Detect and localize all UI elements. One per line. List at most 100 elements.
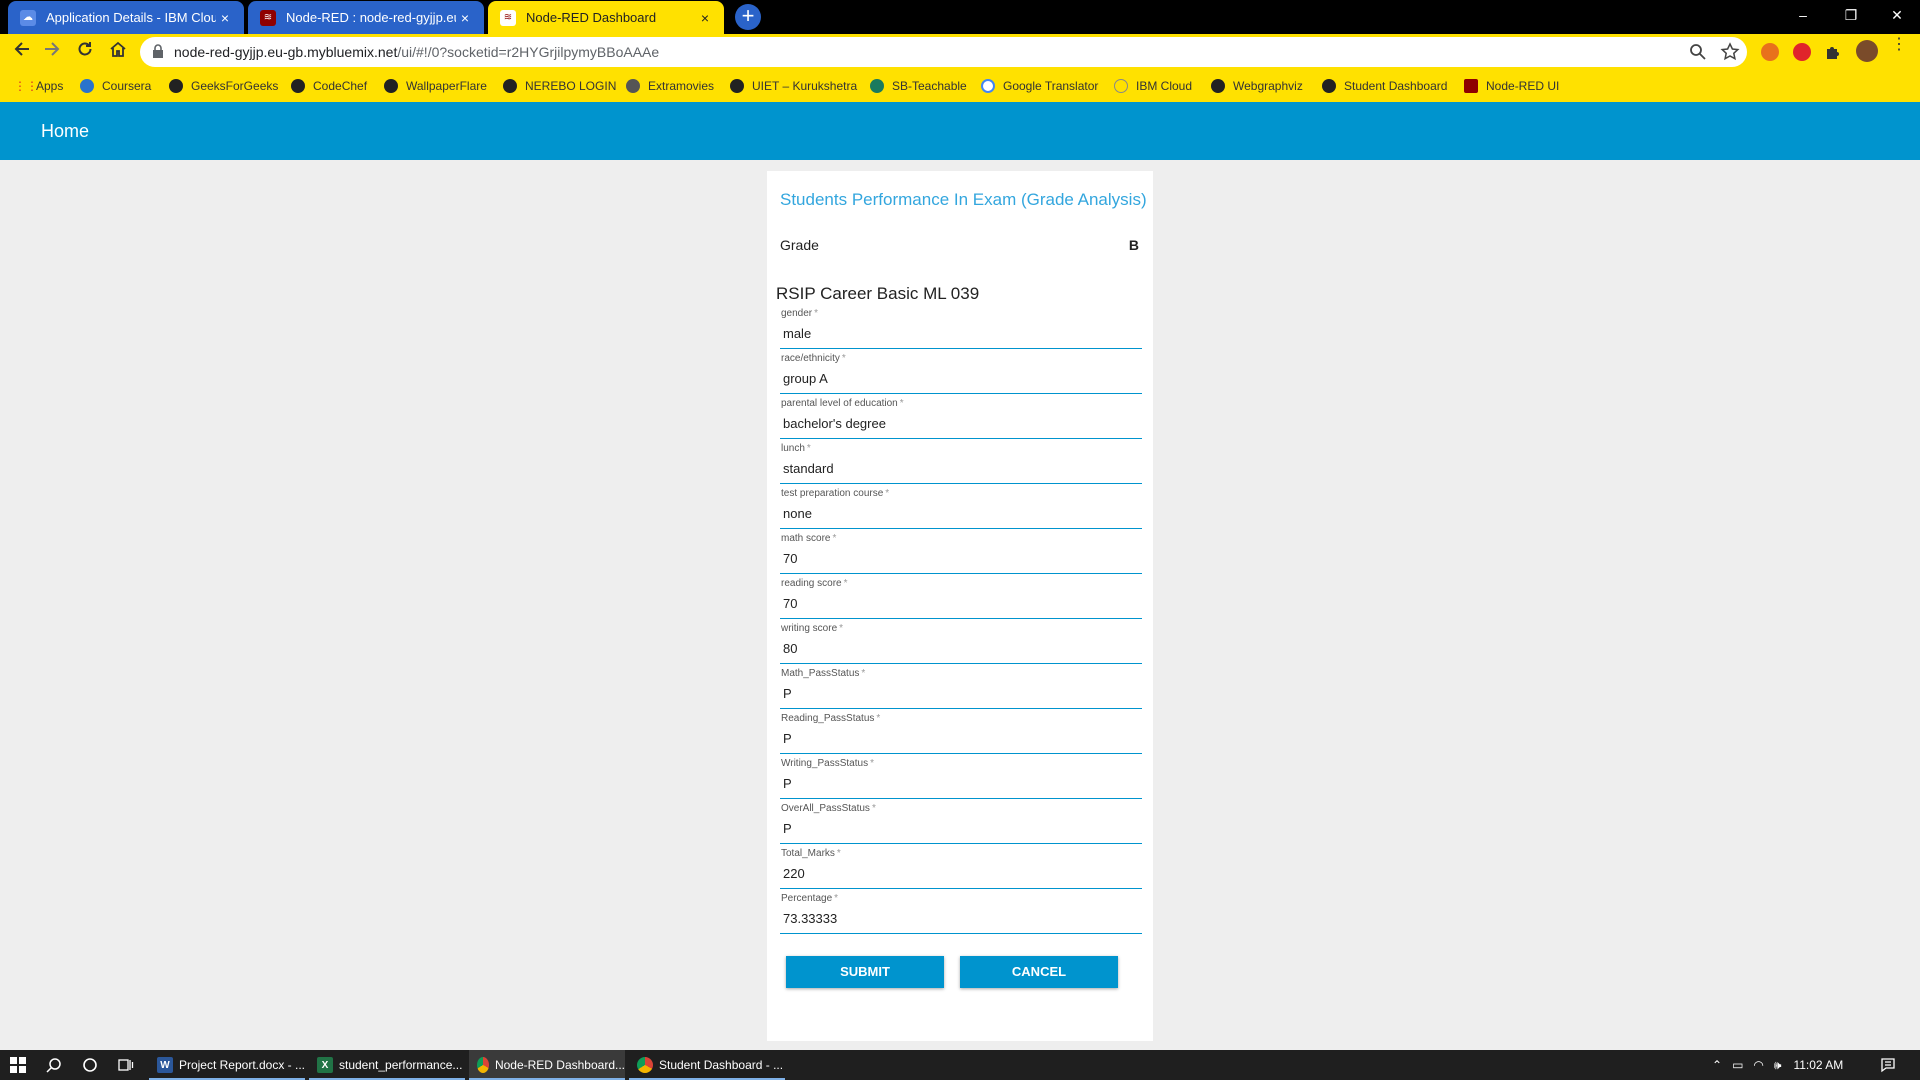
overall-pass-status-input[interactable] <box>780 816 1140 840</box>
node-red-icon <box>1464 79 1478 93</box>
start-button[interactable] <box>0 1050 36 1080</box>
film-reel-icon <box>626 79 640 93</box>
bookmark-apps[interactable]: ⋮⋮ Apps <box>14 70 63 102</box>
chevron-up-icon[interactable]: ⌃ <box>1712 1058 1722 1072</box>
test-prep-course-field[interactable]: test preparation course * <box>780 488 1142 529</box>
submit-button[interactable]: SUBMIT <box>786 956 944 988</box>
globe-icon <box>1211 79 1225 93</box>
task-view-button[interactable] <box>108 1050 144 1080</box>
reading-score-field[interactable]: reading score * <box>780 578 1142 619</box>
wifi-icon[interactable]: ◠ <box>1753 1058 1763 1072</box>
math-score-field[interactable]: math score * <box>780 533 1142 574</box>
browser-toolbar: node-red-gyjjp.eu-gb.mybluemix.net/ui/#!… <box>0 34 1920 70</box>
notification-icon <box>1881 1058 1895 1073</box>
required-mark: * <box>870 758 874 769</box>
field-label-text: race/ethnicity <box>781 353 840 364</box>
search-icon <box>46 1058 61 1073</box>
url-host: node-red-gyjjp.eu-gb.mybluemix.net <box>174 44 398 60</box>
writing-pass-status-input[interactable] <box>780 771 1140 795</box>
zoom-icon[interactable] <box>1688 42 1708 62</box>
volume-icon[interactable]: 🕪 <box>1774 1058 1782 1073</box>
gender-field[interactable]: gender * <box>780 308 1142 349</box>
total-marks-field[interactable]: Total_Marks * <box>780 848 1142 889</box>
race-ethnicity-field[interactable]: race/ethnicity * <box>780 353 1142 394</box>
star-bookmark-icon[interactable] <box>1720 42 1740 62</box>
percentage-field[interactable]: Percentage * <box>780 893 1142 934</box>
close-tab-icon[interactable]: × <box>456 10 474 26</box>
tab-node-red-editor[interactable]: ≋ Node-RED : node-red-gyjjp.eu-gb × <box>248 1 484 34</box>
profile-avatar[interactable] <box>1856 40 1878 62</box>
parental-education-field[interactable]: parental level of education * <box>780 398 1142 439</box>
cortana-button[interactable] <box>72 1050 108 1080</box>
forward-button[interactable] <box>38 38 66 66</box>
lunch-input[interactable] <box>780 456 1140 480</box>
search-button[interactable] <box>36 1050 72 1080</box>
parental-education-input[interactable] <box>780 411 1140 435</box>
race-ethnicity-input[interactable] <box>780 366 1140 390</box>
back-button[interactable] <box>8 38 36 66</box>
teachable-icon <box>870 79 884 93</box>
home-button[interactable] <box>104 38 132 66</box>
cancel-button[interactable]: CANCEL <box>960 956 1118 988</box>
taskbar-app-word[interactable]: W Project Report.docx - ... <box>149 1050 305 1080</box>
total-marks-input[interactable] <box>780 861 1140 885</box>
reading-score-input[interactable] <box>780 591 1140 615</box>
bookmark-extramovies[interactable]: Extramovies <box>626 70 714 102</box>
bookmark-node-red-ui[interactable]: Node-RED UI <box>1464 70 1559 102</box>
close-tab-icon[interactable]: × <box>696 10 714 26</box>
battery-icon[interactable]: ▭ <box>1732 1058 1743 1072</box>
field-label-text: lunch <box>781 443 805 454</box>
bookmark-sb-teachable[interactable]: SB-Teachable <box>870 70 967 102</box>
field-label: Percentage * <box>781 893 838 904</box>
forward-arrow-icon <box>45 42 60 56</box>
bookmark-google-translator[interactable]: Google Translator <box>981 70 1098 102</box>
writing-pass-status-field[interactable]: Writing_PassStatus * <box>780 758 1142 799</box>
notifications-button[interactable] <box>1870 1050 1906 1080</box>
field-label: Math_PassStatus * <box>781 668 865 679</box>
bookmark-webgraphviz[interactable]: Webgraphviz <box>1211 70 1303 102</box>
clock[interactable]: 11:02 AM <box>1793 1058 1843 1072</box>
bookmark-student-dashboard[interactable]: Student Dashboard <box>1322 70 1447 102</box>
minimize-button[interactable]: – <box>1780 0 1826 30</box>
bookmark-nerebo-login[interactable]: NEREBO LOGIN <box>503 70 616 102</box>
close-window-button[interactable]: ✕ <box>1874 0 1920 30</box>
writing-score-input[interactable] <box>780 636 1140 660</box>
bookmark-coursera[interactable]: Coursera <box>80 70 151 102</box>
taskbar-app-excel[interactable]: X student_performance... <box>309 1050 465 1080</box>
bookmark-ibm-cloud[interactable]: IBM Cloud <box>1114 70 1192 102</box>
bookmark-label: Student Dashboard <box>1344 79 1448 93</box>
extension-compass-icon[interactable] <box>1793 43 1811 61</box>
address-bar[interactable]: node-red-gyjjp.eu-gb.mybluemix.net/ui/#!… <box>140 37 1747 67</box>
field-label: gender * <box>781 308 818 319</box>
reading-pass-status-field[interactable]: Reading_PassStatus * <box>780 713 1142 754</box>
test-prep-course-input[interactable] <box>780 501 1140 525</box>
bookmark-uiet-kurukshetra[interactable]: UIET – Kurukshetra <box>730 70 857 102</box>
taskbar-app-chrome-student-dashboard[interactable]: Student Dashboard - ... <box>629 1050 785 1080</box>
taskbar-app-chrome-node-red[interactable]: Node-RED Dashboard... <box>469 1050 625 1080</box>
restore-button[interactable]: ❐ <box>1828 0 1874 30</box>
globe-icon <box>730 79 744 93</box>
browser-menu-icon[interactable]: ⋮ <box>1891 37 1907 53</box>
tab-ibm-cloud[interactable]: ☁ Application Details - IBM Cloud × <box>8 1 244 34</box>
lunch-field[interactable]: lunch * <box>780 443 1142 484</box>
reload-button[interactable] <box>71 38 99 66</box>
gender-input[interactable] <box>780 321 1140 345</box>
field-label: writing score * <box>781 623 843 634</box>
math-score-input[interactable] <box>780 546 1140 570</box>
bookmark-wallpaperflare[interactable]: WallpaperFlare <box>384 70 487 102</box>
tab-node-red-dashboard[interactable]: ≋ Node-RED Dashboard × <box>488 1 724 34</box>
field-label-text: math score <box>781 533 831 544</box>
overall-pass-status-field[interactable]: OverAll_PassStatus * <box>780 803 1142 844</box>
bookmark-codechef[interactable]: CodeChef <box>291 70 367 102</box>
new-tab-button[interactable]: + <box>735 4 761 30</box>
bookmark-geeksforgeeks[interactable]: GeeksForGeeks <box>169 70 278 102</box>
extension-fire-icon[interactable] <box>1761 43 1779 61</box>
math-pass-status-input[interactable] <box>780 681 1140 705</box>
writing-score-field[interactable]: writing score * <box>780 623 1142 664</box>
math-pass-status-field[interactable]: Math_PassStatus * <box>780 668 1142 709</box>
reading-pass-status-input[interactable] <box>780 726 1140 750</box>
extensions-puzzle-icon[interactable] <box>1824 43 1842 61</box>
percentage-input[interactable] <box>780 906 1140 930</box>
field-label-text: Math_PassStatus <box>781 668 860 679</box>
close-tab-icon[interactable]: × <box>216 10 234 26</box>
